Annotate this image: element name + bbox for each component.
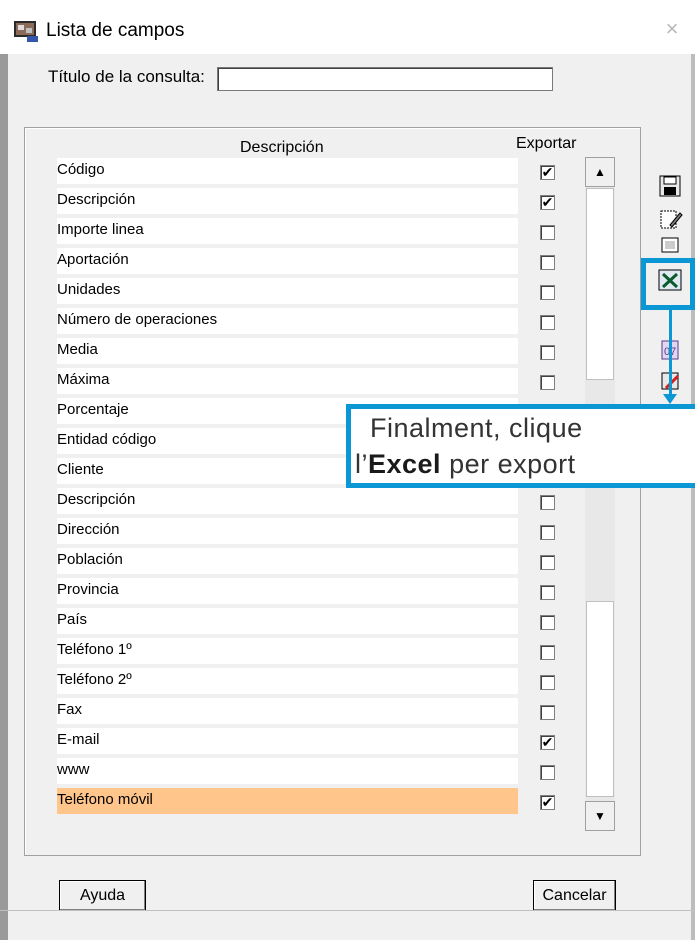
list-item[interactable]: Media xyxy=(57,338,518,366)
callout-arrow-head xyxy=(663,394,677,404)
callout-prefix: l’ xyxy=(355,449,368,479)
query-title-input[interactable] xyxy=(217,67,553,91)
list-item[interactable]: Código xyxy=(57,158,518,186)
list-item[interactable]: Dirección xyxy=(57,518,518,546)
list-fields-window: Lista de campos × Título de la consulta:… xyxy=(0,0,695,940)
save-icon[interactable] xyxy=(656,172,684,200)
help-button[interactable]: Ayuda xyxy=(59,880,146,911)
list-item-label: Población xyxy=(57,551,123,568)
vertical-scrollbar[interactable]: ▲ ▼ xyxy=(585,157,615,831)
list-item-label: Importe linea xyxy=(57,221,144,238)
export-checkbox[interactable] xyxy=(540,375,555,390)
export-checkbox[interactable] xyxy=(540,615,555,630)
edit-icon[interactable] xyxy=(656,205,684,233)
export-checkbox[interactable] xyxy=(540,285,555,300)
list-item-label: Dirección xyxy=(57,521,120,538)
scroll-track-segment xyxy=(586,601,614,797)
list-item[interactable]: Máxima xyxy=(57,368,518,396)
column-header-export: Exportar xyxy=(516,135,577,152)
list-item[interactable]: Teléfono móvil xyxy=(57,788,518,816)
list-item[interactable]: Fax xyxy=(57,698,518,726)
list-item-label: www xyxy=(57,761,90,778)
list-item-label: País xyxy=(57,611,88,628)
export-checkbox[interactable] xyxy=(540,645,555,660)
instruction-callout: Finalment, clique l’Excel per export xyxy=(346,404,695,488)
list-item-label: Cliente xyxy=(57,461,104,478)
list-item[interactable]: Aportación xyxy=(57,248,518,276)
callout-bold-excel: Excel xyxy=(368,449,442,479)
column-header-description: Descripción xyxy=(240,139,324,156)
list-item-label: Teléfono móvil xyxy=(57,791,153,808)
list-item[interactable]: Teléfono 1º xyxy=(57,638,518,666)
export-checkbox[interactable]: ✔ xyxy=(540,195,555,210)
export-checkbox[interactable] xyxy=(540,225,555,240)
list-item-label: Unidades xyxy=(57,281,121,298)
callout-text-line2: l’Excel per export xyxy=(355,449,576,480)
export-checkbox[interactable] xyxy=(540,585,555,600)
list-item-label: Teléfono 1º xyxy=(57,641,132,658)
list-item[interactable]: www xyxy=(57,758,518,786)
list-item[interactable]: Provincia xyxy=(57,578,518,606)
export-checkbox[interactable] xyxy=(540,525,555,540)
list-item-label: Descripción xyxy=(57,191,136,208)
export-checkbox[interactable] xyxy=(540,345,555,360)
right-edge xyxy=(691,54,695,940)
left-edge xyxy=(0,54,8,940)
callout-text-line1: Finalment, clique xyxy=(370,413,583,443)
callout-arrow-line xyxy=(669,310,672,398)
list-item-label: Provincia xyxy=(57,581,119,598)
title-bar: Lista de campos × xyxy=(0,0,695,54)
app-icon xyxy=(13,20,39,42)
list-item[interactable]: Descripción xyxy=(57,188,518,216)
list-item[interactable]: E-mail xyxy=(57,728,518,756)
cancel-button[interactable]: Cancelar xyxy=(533,880,616,911)
export-checkbox[interactable] xyxy=(540,705,555,720)
list-item[interactable]: Teléfono 2º xyxy=(57,668,518,696)
list-item[interactable]: Descripción xyxy=(57,488,518,516)
export-checkbox[interactable] xyxy=(540,765,555,780)
export-checkbox[interactable]: ✔ xyxy=(540,165,555,180)
export-checkbox[interactable]: ✔ xyxy=(540,795,555,810)
query-title-label: Título de la consulta: xyxy=(48,67,205,86)
export-checkbox[interactable] xyxy=(540,555,555,570)
list-item-label: Código xyxy=(57,161,105,178)
list-item-label: Entidad código xyxy=(57,431,157,448)
list-item-label: E-mail xyxy=(57,731,100,748)
export-checkbox[interactable] xyxy=(540,315,555,330)
list-item-label: Teléfono 2º xyxy=(57,671,132,688)
export-checkbox[interactable]: ✔ xyxy=(540,735,555,750)
list-item-label: Porcentaje xyxy=(57,401,129,418)
export-checkbox[interactable] xyxy=(540,255,555,270)
list-item-label: Aportación xyxy=(57,251,129,268)
list-item[interactable]: Importe linea xyxy=(57,218,518,246)
list-item[interactable]: Población xyxy=(57,548,518,576)
list-item[interactable]: Unidades xyxy=(57,278,518,306)
excel-highlight-box xyxy=(641,258,695,310)
list-item-label: Fax xyxy=(57,701,83,718)
bottom-separator xyxy=(0,910,695,911)
scroll-thumb[interactable] xyxy=(586,188,614,380)
scroll-up-button[interactable]: ▲ xyxy=(585,157,615,187)
scroll-down-button[interactable]: ▼ xyxy=(585,801,615,831)
list-item-label: Número de operaciones xyxy=(57,311,218,328)
list-item[interactable]: Número de operaciones xyxy=(57,308,518,336)
list-item-label: Media xyxy=(57,341,98,358)
window-title: Lista de campos xyxy=(46,20,185,41)
list-item-label: Descripción xyxy=(57,491,136,508)
close-button[interactable]: × xyxy=(657,14,687,44)
list-item-label: Máxima xyxy=(57,371,110,388)
list-item[interactable]: País xyxy=(57,608,518,636)
export-checkbox[interactable] xyxy=(540,675,555,690)
callout-suffix: per export xyxy=(441,449,576,479)
export-checkbox[interactable] xyxy=(540,495,555,510)
